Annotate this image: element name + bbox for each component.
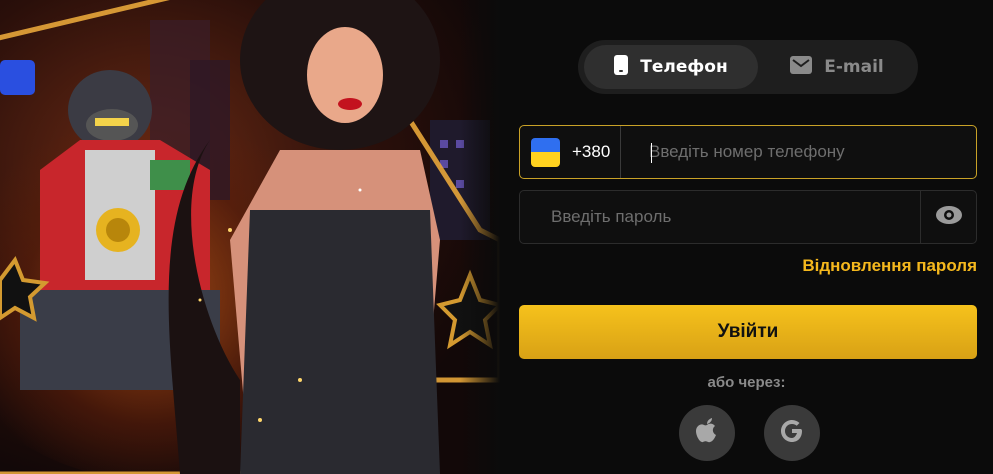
tab-email[interactable]: E-mail [762, 45, 912, 89]
mail-icon [790, 55, 813, 79]
login-panel: Телефон E-mail +380 Відновлення пароля У… [500, 0, 993, 474]
hero-banner [0, 0, 500, 474]
tab-phone[interactable]: Телефон [584, 45, 758, 89]
login-button[interactable]: Увійти [519, 305, 977, 359]
eye-icon [935, 205, 962, 229]
phone-field: +380 [519, 125, 977, 179]
google-icon [780, 419, 804, 447]
hero-illustration [0, 0, 500, 474]
login-method-tabs: Телефон E-mail [578, 40, 918, 94]
ukraine-flag-icon [531, 137, 560, 167]
password-visibility-toggle[interactable] [920, 191, 976, 243]
password-field [519, 190, 977, 244]
forgot-password-link[interactable]: Відновлення пароля [802, 256, 977, 276]
apple-login-button[interactable] [679, 405, 735, 461]
text-caret [651, 143, 652, 163]
tab-email-label: E-mail [824, 57, 884, 77]
hero-fade [460, 0, 500, 474]
phone-icon [614, 54, 629, 80]
google-login-button[interactable] [764, 405, 820, 461]
password-input[interactable] [520, 191, 920, 243]
apple-icon [696, 418, 718, 448]
country-code: +380 [572, 142, 611, 161]
tab-phone-label: Телефон [640, 57, 728, 77]
country-selector[interactable]: +380 [520, 126, 621, 178]
or-divider-text: або через: [707, 374, 786, 391]
phone-input[interactable] [621, 126, 971, 178]
